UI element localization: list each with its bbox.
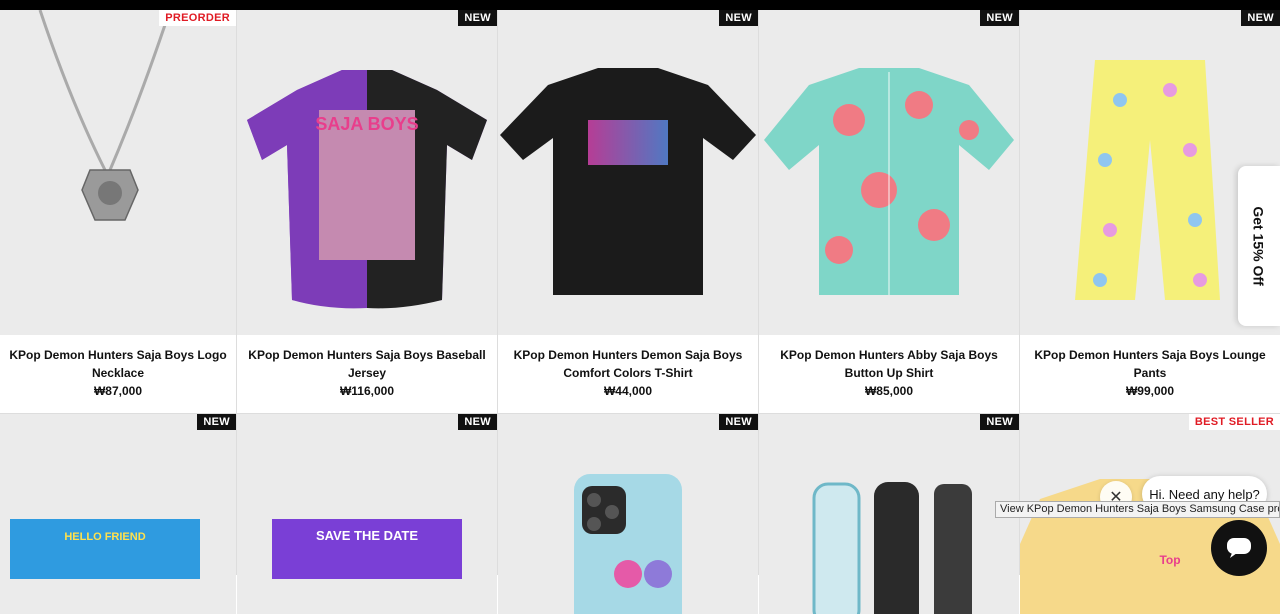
chat-icon xyxy=(1227,538,1251,558)
new-badge: NEW xyxy=(980,10,1019,26)
product-image[interactable] xyxy=(498,10,758,335)
product-card-row2-1[interactable]: HELLO FRIEND NEW xyxy=(0,414,236,614)
product-image[interactable] xyxy=(759,10,1019,335)
chat-launcher-button[interactable] xyxy=(1211,520,1267,576)
product-name[interactable]: KPop Demon Hunters Saja Boys Lounge Pant… xyxy=(1022,346,1278,382)
product-image[interactable] xyxy=(498,414,758,614)
product-info: KPop Demon Hunters Saja Boys Baseball Je… xyxy=(237,346,497,400)
product-name[interactable]: KPop Demon Hunters Abby Saja Boys Button… xyxy=(761,346,1017,382)
jersey-image: SAJA BOYS xyxy=(247,70,487,309)
product-card-necklace[interactable]: PREORDER KPop Demon Hunters Saja Boys Lo… xyxy=(0,10,236,413)
graphic-text: HELLO FRIEND xyxy=(64,531,146,543)
product-image[interactable] xyxy=(759,414,1019,614)
discount-tab-label: Get 15% Off xyxy=(1251,206,1268,286)
product-name[interactable]: KPop Demon Hunters Demon Saja Boys Comfo… xyxy=(500,346,756,382)
necklace-image xyxy=(38,10,172,221)
column-divider xyxy=(236,10,237,575)
phone-case-image xyxy=(574,474,682,614)
new-badge: NEW xyxy=(719,10,758,26)
product-tooltip: View KPop Demon Hunters Saja Boys Samsun… xyxy=(995,501,1280,518)
product-name[interactable]: KPop Demon Hunters Saja Boys Logo Neckla… xyxy=(2,346,234,382)
product-name[interactable]: KPop Demon Hunters Saja Boys Baseball Je… xyxy=(239,346,495,382)
jersey-logo-text: SAJA BOYS xyxy=(315,114,418,134)
product-card-row2-2[interactable]: SAVE THE DATE NEW xyxy=(237,414,497,614)
product-price: ₩85,000 xyxy=(864,384,914,398)
product-image[interactable]: SAJA BOYS xyxy=(237,10,497,335)
column-divider xyxy=(497,10,498,575)
new-badge: NEW xyxy=(980,414,1019,430)
button-shirt-image xyxy=(764,68,1014,295)
product-price: ₩87,000 xyxy=(93,384,143,398)
new-badge: NEW xyxy=(458,10,497,26)
phone-case-parts-image xyxy=(812,482,972,614)
row-divider xyxy=(0,413,1280,414)
tshirt-image xyxy=(500,68,756,295)
column-divider xyxy=(1019,10,1020,575)
product-info: KPop Demon Hunters Saja Boys Lounge Pant… xyxy=(1020,346,1280,400)
best-seller-badge: BEST SELLER xyxy=(1188,414,1280,430)
product-card-button-shirt[interactable]: NEW KPop Demon Hunters Abby Saja Boys Bu… xyxy=(759,10,1019,413)
product-card-row2-4[interactable]: NEW xyxy=(759,414,1019,614)
new-badge: NEW xyxy=(197,414,236,430)
product-info: KPop Demon Hunters Demon Saja Boys Comfo… xyxy=(498,346,758,400)
card-graphic: HELLO FRIEND xyxy=(10,519,200,579)
product-image[interactable] xyxy=(0,10,236,335)
card-graphic: SAVE THE DATE xyxy=(272,519,462,579)
column-divider xyxy=(758,10,759,575)
product-info: KPop Demon Hunters Abby Saja Boys Button… xyxy=(759,346,1019,400)
product-info: KPop Demon Hunters Saja Boys Logo Neckla… xyxy=(0,346,236,400)
product-card-row2-3[interactable]: NEW xyxy=(498,414,758,614)
new-badge: NEW xyxy=(458,414,497,430)
top-bar xyxy=(0,0,1280,10)
chat-greeting-text: Hi. Need any help? xyxy=(1149,486,1260,502)
new-badge: NEW xyxy=(719,414,758,430)
product-card-jersey[interactable]: SAJA BOYS NEW KPop Demon Hunters Saja Bo… xyxy=(237,10,497,413)
graphic-text: SAVE THE DATE xyxy=(315,528,419,543)
product-image[interactable]: HELLO FRIEND xyxy=(0,414,236,614)
product-price: ₩116,000 xyxy=(339,384,395,398)
new-badge: NEW xyxy=(1241,10,1280,26)
preorder-badge: PREORDER xyxy=(159,10,236,26)
discount-side-tab[interactable]: Get 15% Off xyxy=(1238,166,1280,326)
product-price: ₩44,000 xyxy=(603,384,653,398)
product-card-tshirt[interactable]: NEW KPop Demon Hunters Demon Saja Boys C… xyxy=(498,10,758,413)
product-price: ₩99,000 xyxy=(1125,384,1175,398)
product-image[interactable]: SAVE THE DATE xyxy=(237,414,497,614)
